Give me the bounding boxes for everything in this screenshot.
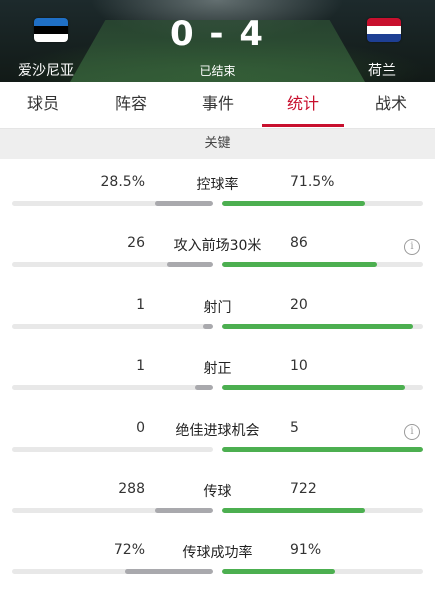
stat-row: 1 射门 20 [0,297,435,359]
away-stat-bar-fill [222,508,365,513]
home-stat-bar-fill [154,508,213,513]
stat-away-value: 20 [290,297,308,313]
home-stat-bar [12,569,213,574]
tab-lineup[interactable]: 阵容 [91,82,171,126]
stat-label: 控球率 [196,177,239,193]
away-stat-bar [222,569,423,574]
away-stat-bar-fill [222,385,405,390]
home-stat-bar [12,262,213,267]
match-header: 0 - 4 已结束 爱沙尼亚 荷兰 [0,0,435,82]
away-stat-bar [222,385,423,390]
home-team-name[interactable]: 爱沙尼亚 [18,60,74,80]
tab-bar: 球员 阵容 事件 统计 战术 [0,82,435,129]
stat-row: 28.5% 控球率 71.5% [0,174,435,236]
stat-away-value: 86 [290,235,308,251]
stat-label: 射正 [203,361,232,377]
stat-away-value: 5 [290,420,299,436]
home-stat-bar [12,324,213,329]
stat-label: 传球成功率 [182,545,253,561]
away-stat-bar-fill [222,569,335,574]
away-stat-bar [222,447,423,452]
away-stat-bar-fill [222,262,377,267]
active-tab-indicator [262,124,344,127]
tab-players[interactable]: 球员 [3,82,83,126]
section-title: 关键 [0,129,435,159]
away-stat-bar-fill [222,447,423,452]
stat-row: 26 攻入前场30米 86 i [0,235,435,297]
stat-row: 1 射正 10 [0,358,435,420]
away-stat-bar [222,201,423,206]
info-icon[interactable]: i [404,239,420,255]
home-stat-bar-fill [154,201,213,206]
stat-row: 0 绝佳进球机会 5 i [0,420,435,482]
stat-label: 射门 [203,300,232,316]
stat-away-value: 10 [290,358,308,374]
stat-label: 传球 [203,484,232,500]
info-icon[interactable]: i [404,424,420,440]
stat-away-value: 71.5% [290,174,335,190]
home-stat-bar-fill [166,262,213,267]
home-stat-bar-fill [202,324,213,329]
away-team-name[interactable]: 荷兰 [368,60,396,80]
tab-tactics[interactable]: 战术 [351,82,431,126]
stat-away-value: 91% [290,542,322,558]
stat-row: 288 传球 722 [0,481,435,543]
home-stat-bar [12,385,213,390]
away-stat-bar [222,262,423,267]
stat-row: 72% 传球成功率 91% [0,542,435,604]
away-stat-bar [222,324,423,329]
home-stat-bar-fill [194,385,213,390]
away-stat-bar-fill [222,201,365,206]
stat-label: 攻入前场30米 [173,238,262,254]
home-stat-bar [12,201,213,206]
stat-away-value: 722 [290,481,317,497]
match-score: 0 - 4 [169,14,266,54]
tab-events[interactable]: 事件 [178,82,258,126]
home-stat-bar [12,508,213,513]
home-stat-bar [12,447,213,452]
stat-label: 绝佳进球机会 [175,423,260,439]
away-stat-bar-fill [222,324,413,329]
home-stat-bar-fill [124,569,213,574]
away-stat-bar [222,508,423,513]
tab-stats[interactable]: 统计 [263,82,343,126]
